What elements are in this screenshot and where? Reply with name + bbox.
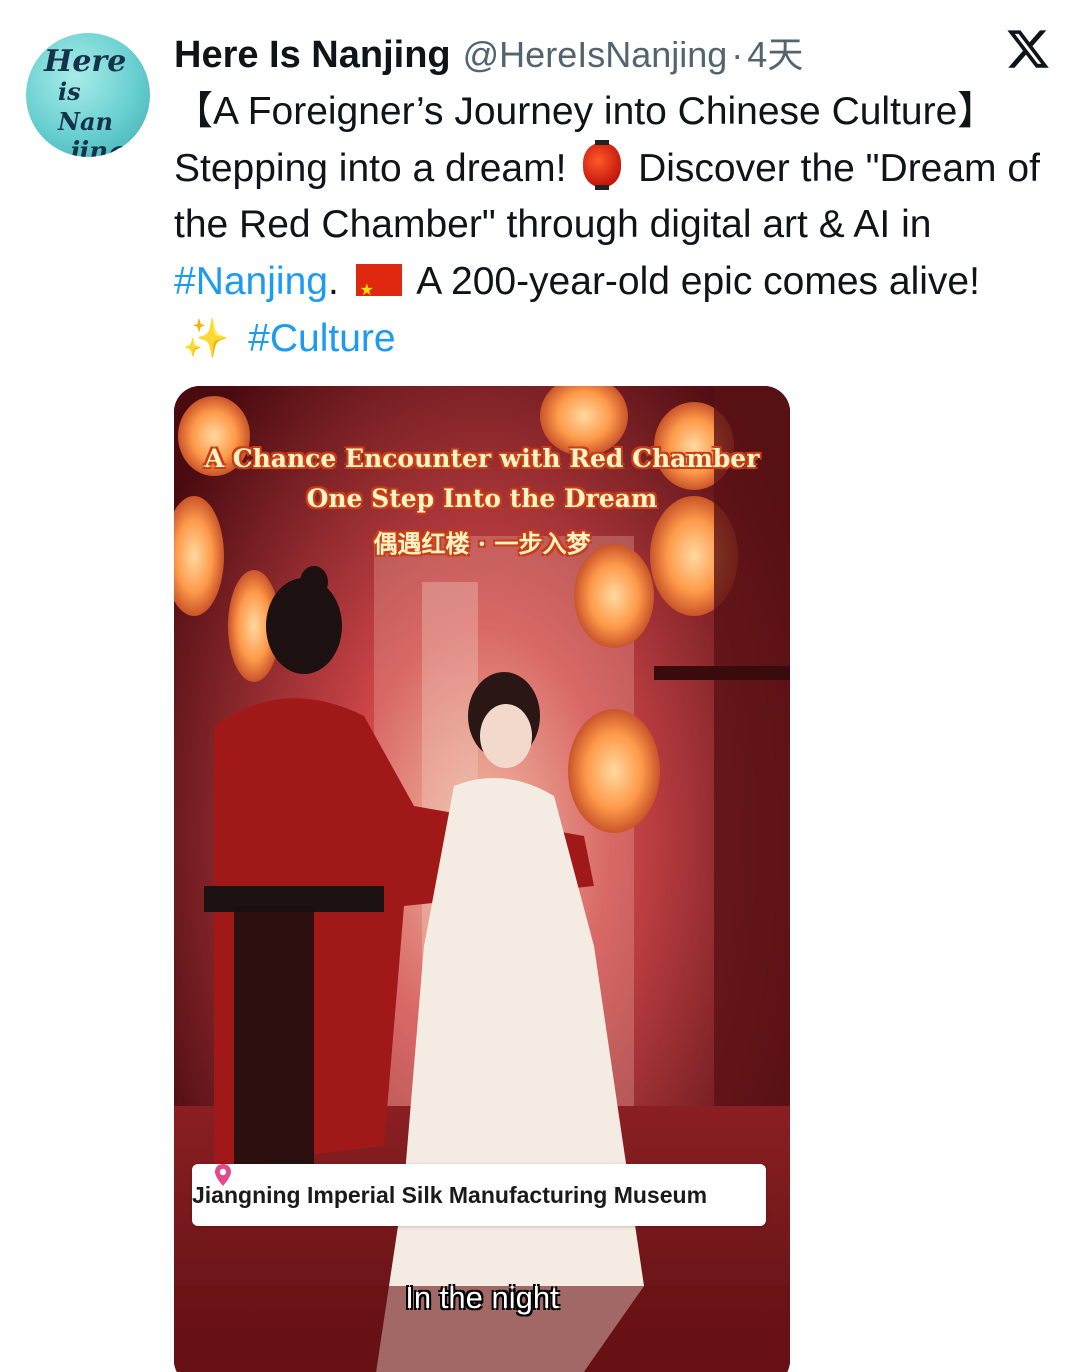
timestamp[interactable]: 4天 [747, 26, 803, 78]
location-tag[interactable]: Jiangning Imperial Silk Manufacturing Mu… [192, 1164, 766, 1226]
video-title-line3: 偶遇红楼 · 一步入梦 [373, 529, 591, 558]
separator-dot: · [731, 34, 744, 75]
x-logo-icon[interactable] [1004, 26, 1052, 72]
text-segment: . [327, 259, 350, 303]
red-lantern-icon [583, 139, 622, 190]
video-title-line1: A Chance Encounter with Red Chamber [204, 444, 760, 473]
location-pin-icon [215, 1164, 231, 1186]
tweet-text: 【A Foreigner’s Journey into Chinese Cult… [174, 84, 1054, 368]
text-segment [237, 317, 248, 360]
display-name[interactable]: Here Is Nanjing [174, 34, 451, 77]
avatar-logo-text: Here is Nan jing [44, 44, 127, 158]
text-segment: A 200-year-old epic comes alive! [407, 259, 980, 303]
video-subtitle: In the night [405, 1280, 559, 1315]
hashtag-nanjing-link[interactable]: #Nanjing [174, 260, 328, 303]
user-handle[interactable]: @HereIsNanjing [463, 34, 728, 76]
location-label: Jiangning Imperial Silk Manufacturing Mu… [192, 1181, 708, 1208]
tweet-card[interactable]: Here is Nan jing Here Is Nanjing @HereIs… [0, 0, 1080, 1372]
video-title-line2: One Step Into the Dream [306, 484, 658, 513]
tweet-header: Here Is Nanjing @HereIsNanjing · 4天 [174, 26, 803, 77]
avatar[interactable]: Here is Nan jing [26, 33, 150, 157]
video-media[interactable]: A Chance Encounter with Red Chamber One … [174, 386, 790, 1372]
sparkles-icon: ✨ [182, 316, 230, 360]
china-flag-icon [355, 262, 402, 318]
hashtag-culture-link[interactable]: #Culture [248, 317, 395, 360]
